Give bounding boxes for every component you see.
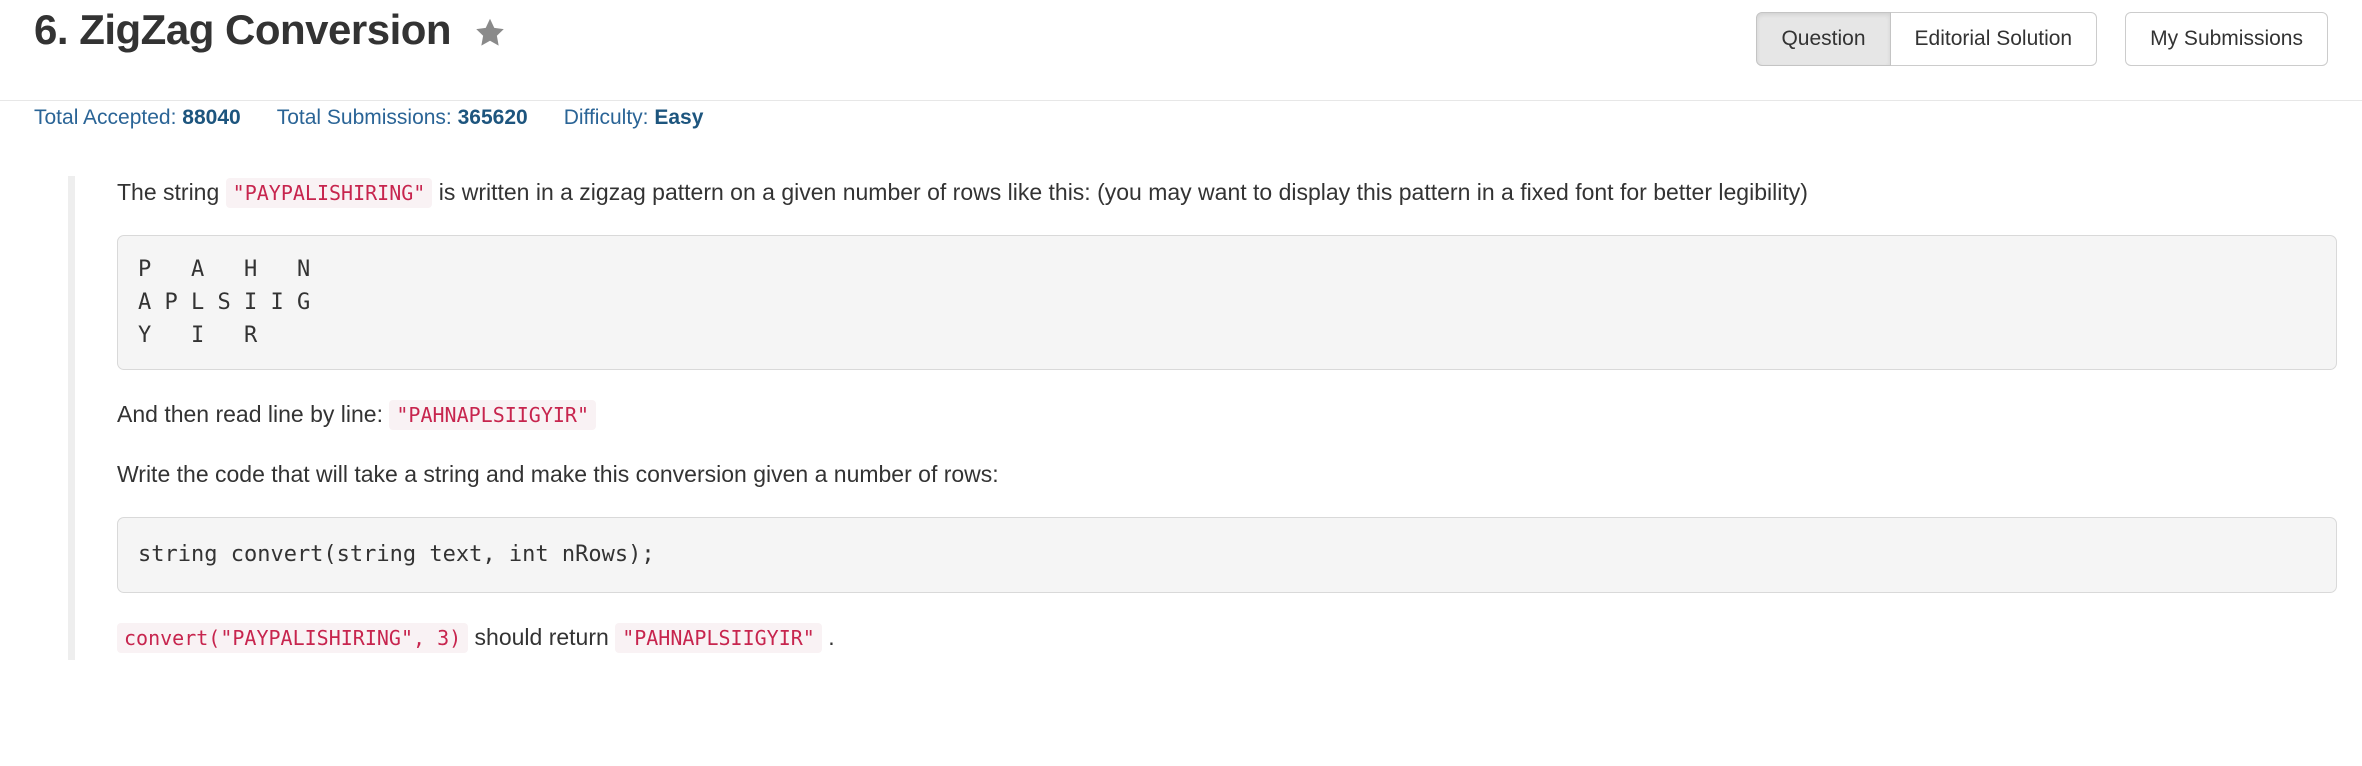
difficulty-label: Difficulty: <box>563 106 649 129</box>
inline-code-output-string: "PAHNAPLSIIGYIR" <box>389 400 597 431</box>
paragraph-4-end: . <box>828 624 835 651</box>
page-title: 6. ZigZag Conversion <box>34 6 452 53</box>
total-accepted-value: 88040 <box>182 106 241 129</box>
editorial-solution-tab-button[interactable]: Editorial Solution <box>1890 12 2098 66</box>
total-submissions-value: 365620 <box>457 106 528 129</box>
title-area: 6. ZigZag Conversion <box>34 6 507 53</box>
inline-code-example-result: "PAHNAPLSIIGYIR" <box>615 623 822 654</box>
view-toggle-group: Question Editorial Solution <box>1756 12 2098 66</box>
inline-code-input-string: "PAYPALISHIRING" <box>225 178 433 208</box>
description-paragraph-2: And then read line by line: "PAHNAPLSIIG… <box>117 398 2338 431</box>
function-signature-code-block: string convert(string text, int nRows); <box>117 517 2337 594</box>
paragraph-4-mid: should return <box>474 624 609 651</box>
stat-total-submissions: Total Submissions: 365620 <box>277 106 528 130</box>
header-divider <box>0 100 2362 101</box>
total-submissions-label: Total Submissions: <box>276 106 452 129</box>
paragraph-2-prefix: And then read line by line: <box>117 401 383 428</box>
description-paragraph-3: Write the code that will take a string a… <box>117 460 999 487</box>
total-accepted-label: Total Accepted: <box>34 106 177 129</box>
difficulty-value: Easy <box>654 106 704 129</box>
description-paragraph-4: convert("PAYPALISHIRING", 3) should retu… <box>117 621 2338 654</box>
problem-page: 6. ZigZag Conversion Question Editorial … <box>0 0 2362 766</box>
inline-code-example-call: convert("PAYPALISHIRING", 3) <box>117 623 469 654</box>
stat-total-accepted: Total Accepted: 88040 <box>34 106 241 130</box>
zigzag-pattern-code-block: P A H N A P L S I I G Y I R <box>117 235 2337 371</box>
paragraph-1-prefix: The string <box>117 179 220 205</box>
description-paragraph-1: The string "PAYPALISHIRING" is written i… <box>117 176 2338 209</box>
header-actions: Question Editorial Solution My Submissio… <box>1756 12 2328 66</box>
problem-stats: Total Accepted: 88040 Total Submissions:… <box>34 106 739 130</box>
my-submissions-button[interactable]: My Submissions <box>2125 12 2328 66</box>
question-tab-button[interactable]: Question <box>1756 12 1891 66</box>
question-description: The string "PAYPALISHIRING" is written i… <box>68 176 2338 661</box>
stat-difficulty: Difficulty: Easy <box>564 106 704 130</box>
star-icon[interactable] <box>473 16 507 49</box>
page-header: 6. ZigZag Conversion Question Editorial … <box>0 0 2362 100</box>
paragraph-1-suffix: is written in a zigzag pattern on a give… <box>438 179 1808 205</box>
